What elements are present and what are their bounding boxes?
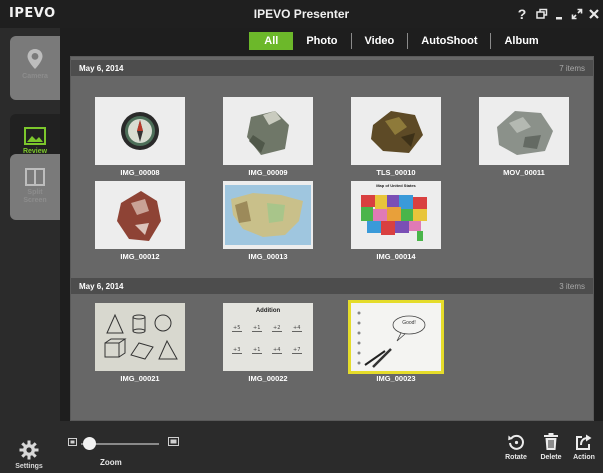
filter-tabs: All Photo Video AutoShoot Album	[60, 28, 603, 54]
rotate-button[interactable]: Rotate	[500, 433, 532, 469]
settings-button[interactable]: Settings	[6, 440, 52, 472]
action-label: Action	[573, 454, 595, 461]
group-item-count: 3 items	[559, 281, 585, 291]
camera-pin-icon	[27, 49, 43, 69]
group-header: May 6, 2014 3 items	[71, 278, 593, 294]
group-date: May 6, 2014	[79, 281, 124, 291]
minimize-icon	[556, 17, 562, 20]
addition-worksheet-photo: Addition +5 +1 +2 +4 +3 +1 +4 +7	[223, 303, 313, 371]
speech-text: Good!	[402, 320, 416, 326]
group-date: May 6, 2014	[79, 63, 124, 73]
action-button[interactable]: Action	[568, 433, 600, 469]
media-gallery[interactable]: May 6, 2014 7 items IMG_00008 IMG_00009 …	[70, 56, 594, 421]
window-title: IPEVO Presenter	[253, 7, 350, 21]
svg-text:+1: +1	[253, 347, 260, 353]
geometry-shapes-photo	[95, 303, 185, 371]
us-terrain-map-photo	[223, 181, 313, 249]
tab-autoshoot[interactable]: AutoShoot	[408, 32, 490, 50]
expand-icon	[571, 8, 583, 20]
gear-icon	[19, 440, 39, 460]
trash-icon	[544, 433, 558, 450]
thumbnail-filename: IMG_00014	[376, 252, 416, 261]
tab-album[interactable]: Album	[491, 32, 551, 50]
tab-video[interactable]: Video	[352, 32, 408, 50]
thumbnail-filename: TLS_00010	[376, 168, 416, 177]
group-item-count: 7 items	[559, 63, 585, 73]
zoom-out-icon[interactable]	[68, 438, 77, 446]
media-thumbnail-selected[interactable]: Good! IMG_00023	[348, 300, 444, 383]
thumbnail-filename: IMG_00021	[120, 374, 160, 383]
notebook-drawing-photo: Good!	[348, 300, 444, 374]
split-screen-mode-label: Split Screen	[23, 189, 47, 204]
zoom-label: Zoom	[100, 458, 122, 467]
windows-icon	[536, 8, 548, 19]
svg-text:+4: +4	[273, 347, 280, 353]
title-bar: IPEVO IPEVO Presenter ?	[0, 0, 603, 28]
camera-mode-label: Camera	[22, 73, 48, 80]
rock-video-thumbnail	[479, 97, 569, 165]
svg-text:+7: +7	[293, 347, 300, 353]
close-button[interactable]	[586, 4, 602, 24]
split-screen-icon	[25, 168, 45, 186]
media-thumbnail[interactable]: MOV_00011	[479, 97, 569, 177]
media-thumbnail[interactable]: IMG_00008	[95, 97, 185, 177]
bottom-toolbar: Zoom Rotate Delete Action	[60, 421, 603, 473]
tab-all[interactable]: All	[249, 32, 294, 50]
delete-button[interactable]: Delete	[535, 433, 567, 469]
window-mode-button[interactable]	[534, 4, 550, 24]
svg-text:+1: +1	[253, 325, 260, 331]
share-icon	[576, 434, 592, 450]
mode-sidebar: Camera Review Split Screen Settings	[0, 28, 60, 473]
svg-text:+5: +5	[233, 325, 240, 331]
thumbnail-filename: IMG_00023	[376, 374, 416, 383]
media-thumbnail[interactable]: IMG_00021	[95, 303, 185, 383]
zoom-slider-handle[interactable]	[82, 437, 96, 450]
svg-text:+4: +4	[293, 325, 300, 331]
settings-label: Settings	[15, 463, 43, 470]
thumbnail-filename: IMG_00008	[120, 168, 160, 177]
rotate-icon	[508, 434, 524, 450]
thumbnail-filename: IMG_00009	[248, 168, 288, 177]
media-thumbnail[interactable]: IMG_00013	[223, 181, 313, 261]
media-thumbnail[interactable]: Map of United States IMG_00014	[351, 181, 441, 261]
thumbnail-filename: IMG_00013	[248, 252, 288, 261]
tab-photo[interactable]: Photo	[293, 32, 350, 50]
split-screen-mode-button[interactable]: Split Screen	[10, 154, 60, 220]
us-states-map-photo: Map of United States	[351, 181, 441, 249]
close-icon	[589, 9, 599, 19]
thumbnail-filename: MOV_00011	[503, 168, 545, 177]
thumbnail-filename: IMG_00012	[120, 252, 160, 261]
group-header: May 6, 2014 7 items	[71, 60, 593, 76]
camera-mode-button[interactable]: Camera	[10, 36, 60, 100]
image-icon	[24, 127, 46, 145]
compass-photo	[95, 97, 185, 165]
delete-label: Delete	[540, 454, 562, 461]
svg-text:+3: +3	[233, 347, 240, 353]
media-thumbnail[interactable]: IMG_00012	[95, 181, 185, 261]
thumbnail-filename: IMG_00022	[248, 374, 288, 383]
review-panel: All Photo Video AutoShoot Album May 6, 2…	[60, 28, 603, 421]
zoom-in-icon[interactable]	[168, 437, 179, 446]
media-thumbnail[interactable]: Addition +5 +1 +2 +4 +3 +1 +4 +7 IMG_00022	[223, 303, 313, 383]
maximize-button[interactable]	[569, 4, 585, 24]
media-thumbnail[interactable]: IMG_00009	[223, 97, 313, 177]
media-thumbnail[interactable]: TLS_00010	[351, 97, 441, 177]
rock-timelapse-thumbnail	[351, 97, 441, 165]
help-button[interactable]: ?	[514, 4, 530, 24]
minimize-button[interactable]	[552, 4, 568, 24]
red-rock-photo	[95, 181, 185, 249]
svg-text:+2: +2	[273, 325, 280, 331]
rotate-label: Rotate	[505, 454, 527, 461]
rock-photo	[223, 97, 313, 165]
